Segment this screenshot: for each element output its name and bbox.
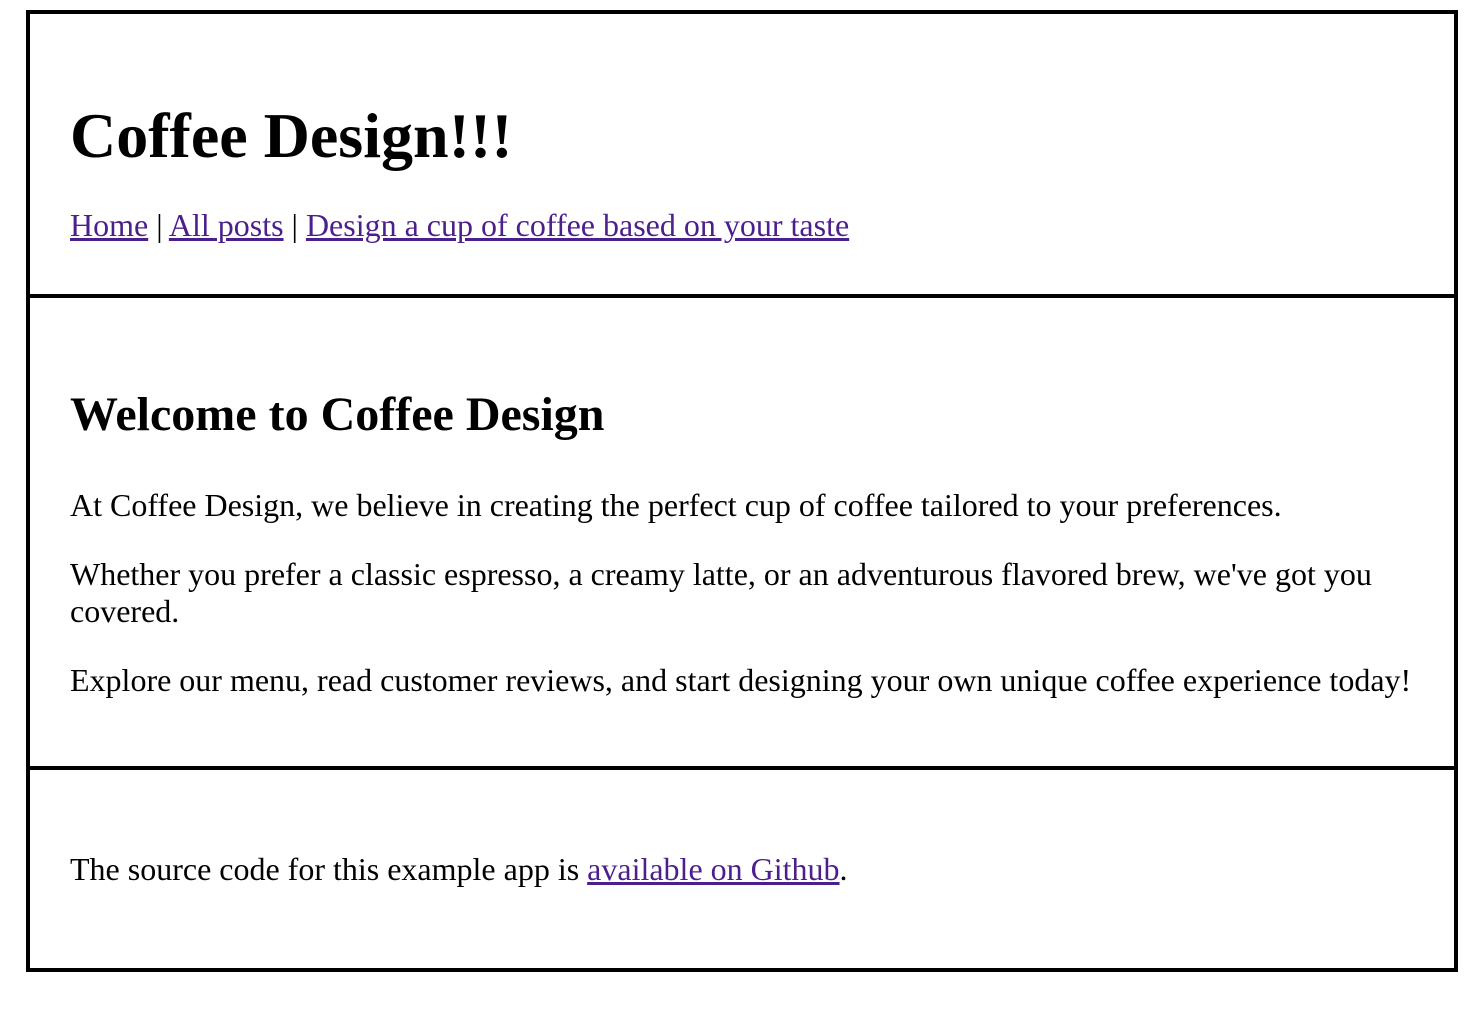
explore-paragraph: Explore our menu, read customer reviews,… — [70, 662, 1412, 698]
site-footer: The source code for this example app is … — [30, 766, 1454, 972]
options-paragraph: Whether you prefer a classic espresso, a… — [70, 556, 1372, 629]
site-header: Coffee Design!!! Home | All posts | Desi… — [30, 10, 1454, 294]
nav-link-home[interactable]: Home — [70, 207, 148, 243]
nav-separator: | — [156, 207, 163, 243]
intro-paragraph: At Coffee Design, we believe in creating… — [70, 487, 1282, 523]
page-heading: Welcome to Coffee Design — [70, 388, 605, 441]
footer-text-after: . — [839, 851, 848, 887]
footer-text-before: The source code for this example app is — [70, 851, 588, 887]
main-content: Welcome to Coffee Design At Coffee Desig… — [30, 294, 1454, 766]
nav-link-all-posts[interactable]: All posts — [169, 207, 284, 243]
nav-link-design[interactable]: Design a cup of coffee based on your tas… — [306, 207, 849, 243]
main-nav: Home | All posts | Design a cup of coffe… — [70, 206, 1414, 244]
footer-text: The source code for this example app is … — [70, 770, 1414, 888]
github-link[interactable]: available on Github — [587, 851, 839, 887]
site-title: Coffee Design!!! — [70, 100, 513, 171]
page-frame: Coffee Design!!! Home | All posts | Desi… — [26, 10, 1458, 972]
nav-separator: | — [291, 207, 298, 243]
